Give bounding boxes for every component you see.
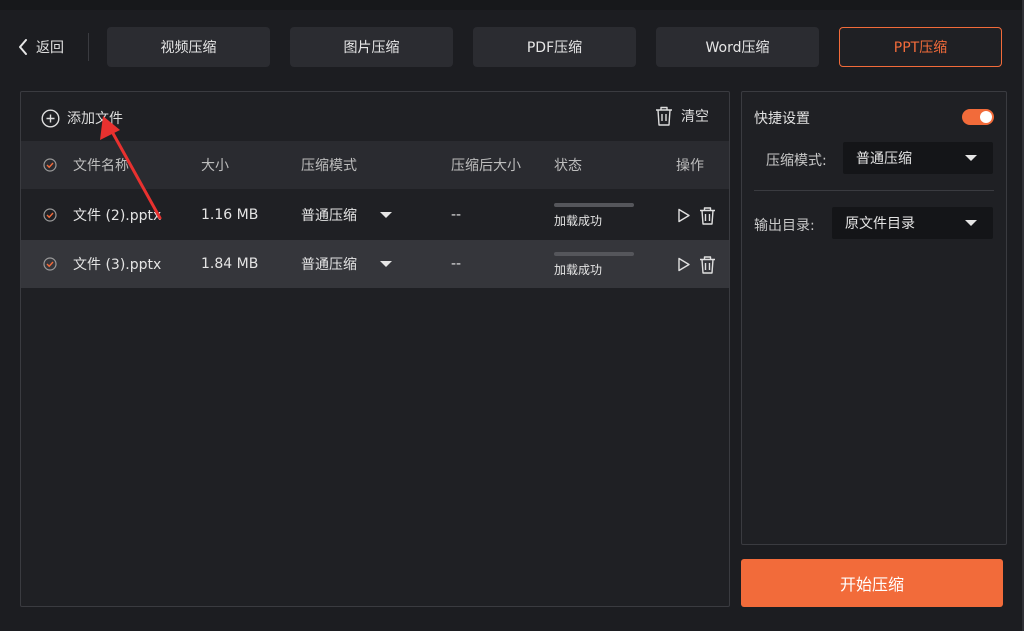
tab-image-compress[interactable]: 图片压缩 <box>290 27 453 67</box>
back-label: 返回 <box>36 40 64 56</box>
mode-select[interactable]: 普通压缩 <box>301 191 357 239</box>
tab-video-compress[interactable]: 视频压缩 <box>107 27 270 67</box>
play-icon[interactable] <box>677 257 691 272</box>
header-status: 状态 <box>554 158 582 174</box>
after-size: -- <box>451 207 462 223</box>
settings-divider <box>754 190 994 191</box>
plus-circle-icon <box>41 108 60 128</box>
caret-down-icon[interactable] <box>380 261 392 267</box>
header-name: 文件名称 <box>73 158 129 174</box>
quick-settings-panel: 快捷设置 压缩模式: 普通压缩 输出目录: 原文件目录 <box>741 91 1007 545</box>
table-row[interactable]: 文件 (2).pptx 1.16 MB 普通压缩 -- 加载成功 <box>21 191 729 239</box>
back-button[interactable]: 返回 <box>18 33 64 61</box>
chevron-left-icon <box>19 39 27 55</box>
file-list-panel: 添加文件 清空 文件名称 大小 压缩模式 压缩后大小 状态 操作 文件 (2).… <box>20 91 730 607</box>
quick-settings-toggle[interactable] <box>962 109 994 125</box>
nav-divider <box>88 33 89 61</box>
status-indicator: 加载成功 <box>554 203 634 229</box>
clear-button[interactable]: 清空 <box>655 106 709 126</box>
file-name: 文件 (3).pptx <box>73 257 162 273</box>
top-strip <box>0 0 1024 10</box>
output-dropdown[interactable]: 原文件目录 <box>832 207 993 239</box>
mode-select[interactable]: 普通压缩 <box>301 240 357 288</box>
check-circle-icon[interactable] <box>43 208 57 222</box>
status-indicator: 加载成功 <box>554 252 634 278</box>
output-label: 输出目录: <box>754 218 815 234</box>
output-value: 原文件目录 <box>845 216 915 232</box>
caret-down-icon <box>965 220 977 226</box>
table-row[interactable]: 文件 (3).pptx 1.84 MB 普通压缩 -- 加载成功 <box>21 240 729 288</box>
header-actions: 操作 <box>676 158 704 174</box>
caret-down-icon <box>965 155 977 161</box>
table-header: 文件名称 大小 压缩模式 压缩后大小 状态 操作 <box>21 141 729 189</box>
mode-value: 普通压缩 <box>856 151 912 167</box>
header-mode: 压缩模式 <box>301 158 357 174</box>
mode-label: 压缩模式: <box>766 153 827 169</box>
trash-icon[interactable] <box>699 207 716 225</box>
file-size: 1.84 MB <box>201 256 259 272</box>
tab-word-compress[interactable]: Word压缩 <box>656 27 819 67</box>
progress-bar <box>554 252 634 256</box>
header-after-size: 压缩后大小 <box>451 158 521 174</box>
play-icon[interactable] <box>677 208 691 223</box>
clear-label: 清空 <box>681 109 709 125</box>
add-file-button[interactable]: 添加文件 <box>41 108 123 128</box>
add-file-label: 添加文件 <box>67 111 123 127</box>
caret-down-icon[interactable] <box>380 212 392 218</box>
status-text: 加载成功 <box>554 214 603 228</box>
tab-pdf-compress[interactable]: PDF压缩 <box>473 27 636 67</box>
start-compress-button[interactable]: 开始压缩 <box>741 559 1003 607</box>
header-size: 大小 <box>201 158 229 174</box>
file-size: 1.16 MB <box>201 207 259 223</box>
mode-dropdown[interactable]: 普通压缩 <box>843 142 993 174</box>
status-text: 加载成功 <box>554 263 603 277</box>
check-circle-icon[interactable] <box>43 257 57 271</box>
after-size: -- <box>451 256 462 272</box>
progress-bar <box>554 203 634 207</box>
check-circle-icon[interactable] <box>43 158 57 172</box>
tab-ppt-compress[interactable]: PPT压缩 <box>839 27 1002 67</box>
trash-icon <box>656 106 672 126</box>
trash-icon[interactable] <box>699 256 716 274</box>
settings-title: 快捷设置 <box>754 111 810 127</box>
file-name: 文件 (2).pptx <box>73 208 162 224</box>
